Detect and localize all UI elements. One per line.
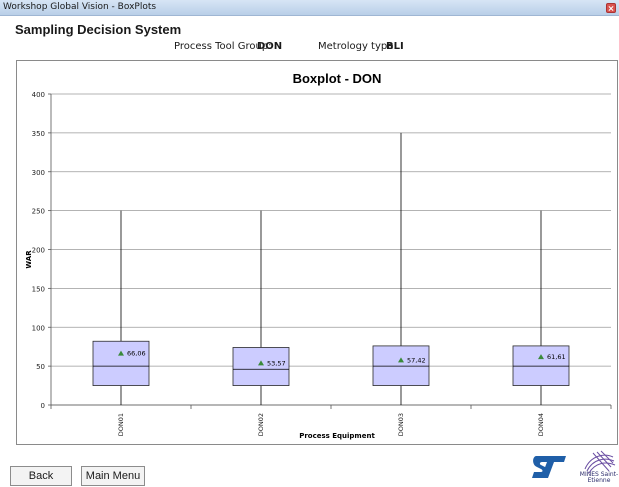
box <box>92 340 150 386</box>
tool-group-value: DON <box>257 41 283 52</box>
window-title: Workshop Global Vision - BoxPlots <box>3 2 157 12</box>
mines-logo-text: MINES Saint-Etienne <box>579 471 619 484</box>
page-title: Sampling Decision System <box>15 22 182 37</box>
x-axis-label: Process Equipment <box>299 432 375 440</box>
y-tick-label: 150 <box>32 285 45 293</box>
st-logo <box>532 456 566 478</box>
chart-title: Boxplot - DON <box>293 71 382 86</box>
y-tick-label: 0 <box>41 402 45 410</box>
category-label: DON02 <box>257 413 265 436</box>
y-tick-label: 50 <box>36 363 45 371</box>
back-button[interactable]: Back <box>10 466 72 486</box>
category-label: DON03 <box>397 413 405 436</box>
y-tick-label: 400 <box>32 91 45 99</box>
y-tick-label: 250 <box>32 208 45 216</box>
mean-label: 66,06 <box>127 350 146 358</box>
category-label: DON01 <box>117 413 125 436</box>
mean-label: 53,57 <box>267 359 286 367</box>
boxplot-chart: Boxplot - DON 0 50 100 150 200 250 300 350 400 WAR… <box>25 71 612 440</box>
category-label: DON04 <box>537 413 545 436</box>
chart-panel: Boxplot - DON 0 50 100 150 200 250 300 350 400 WAR… <box>16 60 618 445</box>
y-tick-label: 300 <box>32 169 45 177</box>
metrology-value: BLI <box>386 41 404 52</box>
window-titlebar: Workshop Global Vision - BoxPlots <box>0 0 619 16</box>
y-tick-label: 100 <box>32 324 45 332</box>
main-menu-button[interactable]: Main Menu <box>81 466 145 486</box>
y-tick-label: 200 <box>32 247 45 255</box>
y-axis-label: WAR <box>25 250 33 269</box>
mean-label: 61,61 <box>547 353 566 361</box>
mean-label: 57,42 <box>407 356 426 364</box>
close-icon[interactable] <box>606 3 616 13</box>
y-tick-label: 350 <box>32 130 45 138</box>
metrology-label: Metrology type: <box>318 41 397 52</box>
